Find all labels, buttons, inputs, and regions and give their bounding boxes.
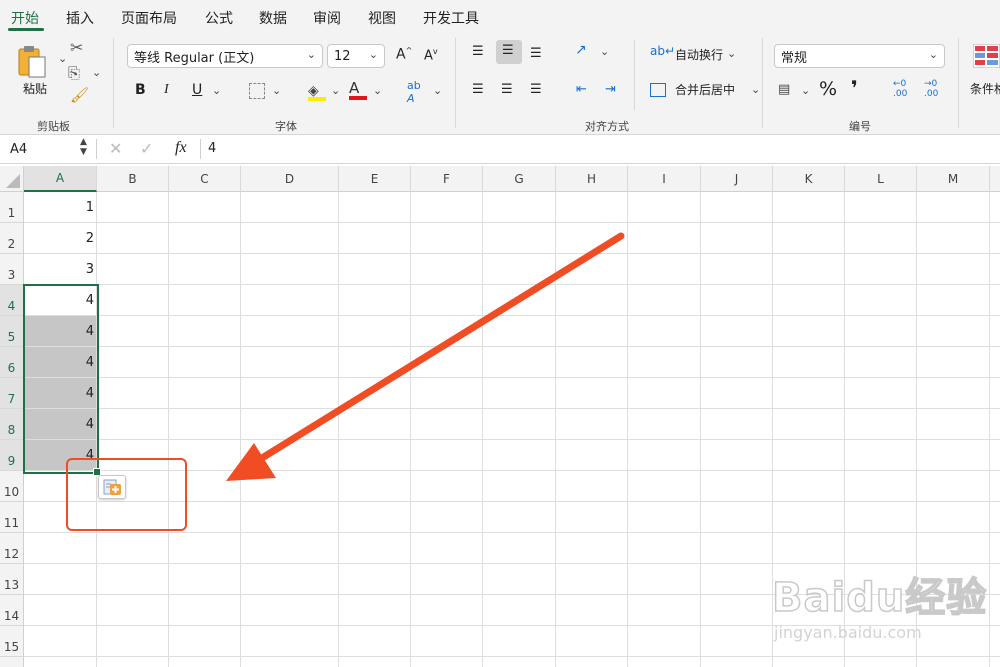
baidu-jingyan-watermark: Baidu经验 jingyan.baidu.com — [771, 565, 992, 642]
watermark-logo: Baidu经验 — [771, 574, 988, 622]
watermark-url: jingyan.baidu.com — [774, 623, 922, 642]
